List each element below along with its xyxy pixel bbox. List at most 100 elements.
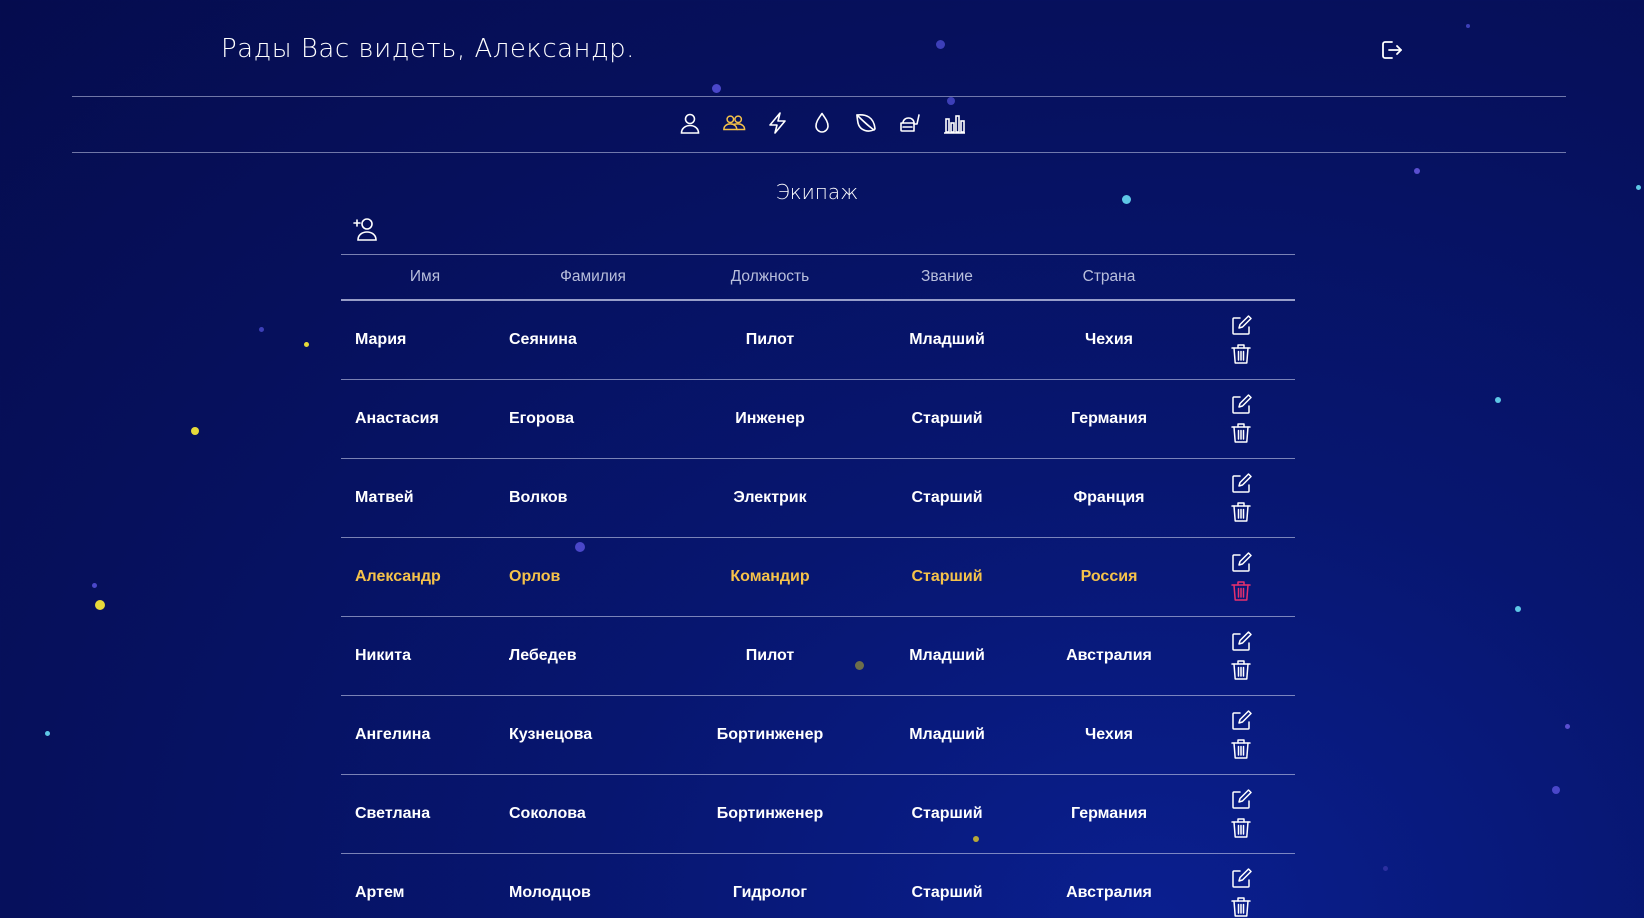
edit-icon: [1232, 631, 1252, 651]
table-body: Мария Сеянина Пилот Младший Чехия Анаста…: [341, 301, 1295, 918]
edit-button[interactable]: [1230, 315, 1252, 337]
edit-icon: [1232, 394, 1252, 414]
star-dot: [1414, 168, 1420, 174]
cell-country: Австралия: [1066, 647, 1152, 664]
cell-role: Командир: [730, 568, 810, 585]
row-actions: [1187, 473, 1295, 523]
cell-surname: Кузнецова: [509, 726, 593, 743]
delete-button[interactable]: [1230, 422, 1252, 444]
star-dot: [92, 583, 97, 588]
cell-surname: Соколова: [509, 805, 586, 822]
delete-button[interactable]: [1230, 343, 1252, 365]
edit-button[interactable]: [1230, 868, 1252, 890]
add-crew-member-button[interactable]: [352, 216, 378, 242]
star-dot: [191, 427, 199, 435]
table-row: Артем Молодцов Гидролог Старший Австрали…: [341, 854, 1295, 918]
column-header-rank[interactable]: Звание: [863, 268, 1031, 286]
nav-crew[interactable]: [719, 108, 749, 138]
cell-rank: Младший: [909, 647, 985, 664]
column-header-name[interactable]: Имя: [341, 268, 509, 286]
table-header: Имя Фамилия Должность Звание Страна: [341, 254, 1295, 301]
trash-icon: [1231, 344, 1251, 364]
cell-country: Чехия: [1085, 726, 1133, 743]
cell-name: Никита: [355, 647, 411, 664]
row-actions: [1187, 394, 1295, 444]
star-dot: [95, 600, 105, 610]
cell-rank: Старший: [911, 410, 983, 427]
top-header: Рады Вас видеть, Александр.: [0, 0, 1644, 96]
cell-role: Инженер: [735, 410, 805, 427]
nav-plants[interactable]: [851, 108, 881, 138]
star-dot: [947, 97, 955, 105]
edit-button[interactable]: [1230, 473, 1252, 495]
row-actions: [1187, 789, 1295, 839]
edit-icon: [1232, 789, 1252, 809]
delete-button[interactable]: [1230, 896, 1252, 918]
edit-icon: [1232, 710, 1252, 730]
main-nav: [0, 108, 1644, 140]
trash-icon: [1231, 818, 1251, 838]
cell-surname: Молодцов: [509, 884, 591, 901]
cell-name: Ангелина: [355, 726, 431, 743]
nav-profile[interactable]: [675, 108, 705, 138]
delete-button[interactable]: [1230, 738, 1252, 760]
food-icon: [900, 114, 920, 132]
nav-food[interactable]: [895, 108, 925, 138]
trash-icon: [1231, 502, 1251, 522]
star-dot: [1383, 866, 1388, 871]
crew-icon: [723, 115, 746, 131]
delete-button[interactable]: [1230, 659, 1252, 681]
row-actions: [1187, 631, 1295, 681]
edit-icon: [1232, 315, 1252, 335]
nav-stats[interactable]: [939, 108, 969, 138]
crew-section-title: Экипаж: [775, 180, 859, 204]
user-icon: [680, 113, 700, 134]
nav-energy[interactable]: [763, 108, 793, 138]
delete-button[interactable]: [1230, 817, 1252, 839]
edit-button[interactable]: [1230, 552, 1252, 574]
edit-icon: [1232, 868, 1252, 888]
row-actions: [1187, 315, 1295, 365]
edit-button[interactable]: [1230, 710, 1252, 732]
cell-country: Россия: [1080, 568, 1138, 585]
trash-icon: [1231, 423, 1251, 443]
row-actions: [1187, 710, 1295, 760]
table-row: Ангелина Кузнецова Бортинженер Младший Ч…: [341, 696, 1295, 775]
star-dot: [259, 327, 264, 332]
delete-button[interactable]: [1230, 580, 1252, 602]
column-header-surname[interactable]: Фамилия: [509, 268, 677, 286]
header-divider: [72, 96, 1566, 97]
trash-icon: [1231, 581, 1251, 601]
nav-water[interactable]: [807, 108, 837, 138]
delete-button[interactable]: [1230, 501, 1252, 523]
cell-rank: Старший: [911, 884, 983, 901]
cell-name: Артем: [355, 884, 405, 901]
table-row: Мария Сеянина Пилот Младший Чехия: [341, 301, 1295, 380]
cell-role: Пилот: [745, 331, 795, 348]
cell-surname: Сеянина: [509, 331, 577, 348]
logout-button[interactable]: [1378, 38, 1404, 62]
edit-button[interactable]: [1230, 394, 1252, 416]
column-header-role[interactable]: Должность: [677, 268, 863, 286]
crew-table: Имя Фамилия Должность Звание Страна Мари…: [341, 254, 1295, 918]
row-actions: [1187, 868, 1295, 918]
cell-country: Чехия: [1085, 331, 1133, 348]
cell-surname: Орлов: [509, 568, 561, 585]
star-dot: [1495, 397, 1501, 403]
bar-chart-icon: [944, 115, 965, 134]
cell-name: Мария: [355, 331, 407, 348]
star-dot: [1515, 606, 1521, 612]
column-header-country[interactable]: Страна: [1031, 268, 1187, 286]
trash-icon: [1231, 897, 1251, 917]
row-actions: [1187, 552, 1295, 602]
cell-country: Германия: [1070, 805, 1148, 822]
table-row: Матвей Волков Электрик Старший Франция: [341, 459, 1295, 538]
star-dot: [45, 731, 50, 736]
edit-icon: [1232, 552, 1252, 572]
edit-button[interactable]: [1230, 789, 1252, 811]
cell-name: Светлана: [355, 805, 431, 822]
cell-role: Электрик: [733, 489, 807, 506]
edit-button[interactable]: [1230, 631, 1252, 653]
cell-rank: Старший: [911, 805, 983, 822]
cell-role: Бортинженер: [716, 805, 824, 822]
